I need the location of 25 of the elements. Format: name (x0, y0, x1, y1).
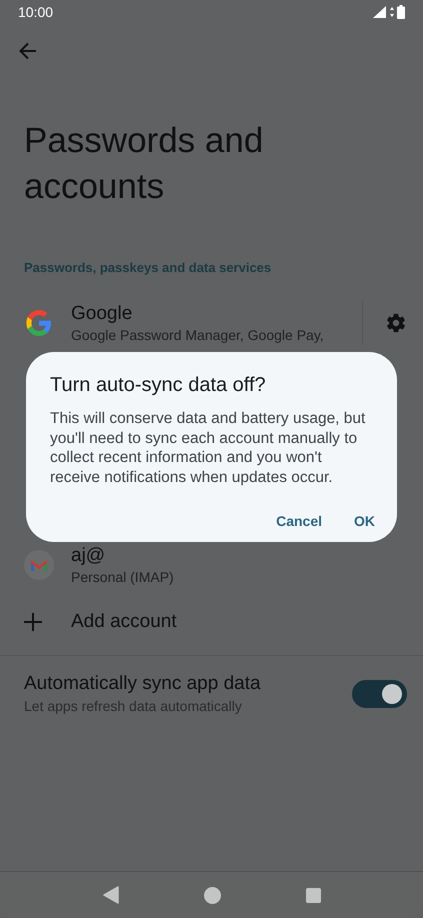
mail-logo-icon (24, 550, 54, 580)
add-account-item[interactable]: Add account (0, 597, 423, 647)
page-title: Passwords and accounts (23, 120, 264, 208)
dialog-message: This will conserve data and battery usage, but you'll need to sync each account manually to collect recent information and you won't receive notifications when updates occur. (50, 409, 366, 487)
status-time: 10:00 (18, 4, 54, 20)
toggle-switch[interactable] (352, 680, 407, 708)
account-name: Google (71, 303, 134, 325)
back-arrow-icon[interactable] (19, 42, 37, 60)
google-logo-icon (24, 308, 54, 338)
account-detail: Personal (IMAP) (71, 569, 175, 585)
account-name: aj@ (71, 545, 106, 567)
section-header: Passwords, passkeys and data services (24, 260, 272, 275)
dialog-title: Turn auto-sync data off? (50, 374, 267, 397)
recents-icon[interactable] (306, 888, 320, 902)
dialog-button[interactable]: Cancel (268, 507, 330, 535)
data-arrows-icon (390, 7, 394, 17)
back-icon[interactable] (102, 886, 118, 904)
account-detail: Google Password Manager, Google Pay, (71, 327, 325, 343)
plus-icon (24, 613, 42, 631)
signal-icon (373, 6, 387, 18)
settings-icon[interactable] (385, 312, 407, 334)
dialog-button[interactable]: OK (346, 507, 383, 535)
battery-icon (397, 5, 405, 19)
setting-title: Automatically sync app data (24, 673, 262, 695)
home-icon[interactable] (204, 886, 220, 904)
